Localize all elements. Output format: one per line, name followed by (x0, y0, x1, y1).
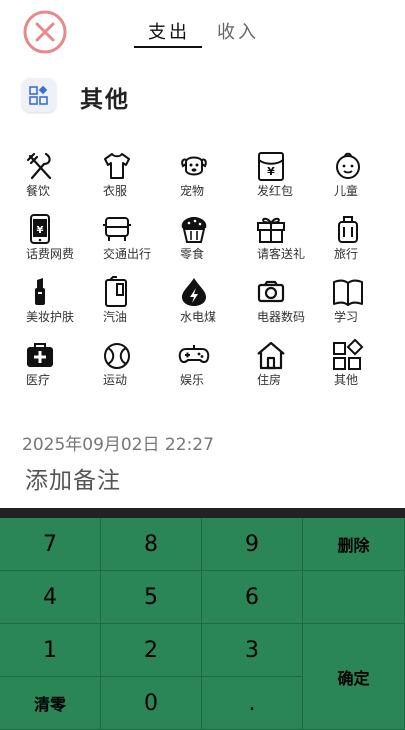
category-entertainment[interactable]: 娱乐 (178, 337, 248, 397)
category-clothes[interactable]: 衣服 (101, 148, 171, 208)
svg-text:¥: ¥ (267, 165, 275, 178)
keypad-blank (303, 571, 405, 624)
key-dot[interactable]: . (202, 677, 303, 730)
active-tab-indicator (134, 46, 202, 48)
gift-icon (257, 217, 285, 243)
dog-icon (181, 156, 207, 176)
key-2[interactable]: 2 (101, 624, 202, 677)
close-button[interactable] (22, 9, 68, 55)
category-pet[interactable]: 宠物 (178, 148, 248, 208)
number-keypad: 7 8 9 删除 4 5 6 1 2 3 确定 清零 0 . (0, 508, 405, 730)
category-snacks[interactable]: 零食 (178, 211, 248, 271)
baby-icon (336, 152, 360, 179)
cupcake-icon (181, 217, 207, 243)
date-time-picker[interactable]: 2025年09月02日 22:27 (22, 430, 214, 455)
medical-kit-icon (27, 343, 53, 367)
red-envelope-icon: ¥ (258, 152, 284, 181)
category-fuel[interactable]: 汽油 (101, 274, 171, 334)
confirm-button[interactable]: 确定 (303, 624, 405, 730)
luggage-icon (338, 216, 358, 243)
lipstick-icon (35, 278, 45, 305)
note-input[interactable]: 添加备注 (25, 461, 121, 495)
key-4[interactable]: 4 (0, 571, 101, 624)
gamepad-icon (178, 345, 210, 364)
key-3[interactable]: 3 (202, 624, 303, 677)
category-study[interactable]: 学习 (332, 274, 402, 334)
category-dining[interactable]: 餐饮 (24, 148, 94, 208)
category-beauty[interactable]: 美妆护肤 (24, 274, 94, 334)
camera-icon (257, 280, 285, 303)
house-icon (257, 341, 285, 370)
category-housing[interactable]: 住房 (255, 337, 325, 397)
category-other[interactable]: 其他 (332, 337, 402, 397)
top-bar: 支出 收入 (0, 0, 405, 62)
other-grid-icon (333, 339, 364, 370)
car-icon (103, 217, 131, 241)
category-travel[interactable]: 旅行 (332, 211, 402, 271)
category-electronics[interactable]: 电器数码 (255, 274, 325, 334)
category-red-envelope[interactable]: ¥ 发红包 (255, 148, 325, 208)
tab-expense[interactable]: 支出 (148, 18, 190, 44)
category-sports[interactable]: 运动 (101, 337, 171, 397)
book-icon (333, 279, 363, 306)
category-children[interactable]: 儿童 (332, 148, 402, 208)
phone-icon: ¥ (30, 214, 50, 244)
tab-income[interactable]: 收入 (217, 18, 259, 44)
key-9[interactable]: 9 (202, 518, 303, 571)
category-gifts[interactable]: 请客送礼 (255, 211, 325, 271)
category-transport[interactable]: 交通出行 (101, 211, 171, 271)
utensils-icon (26, 152, 52, 180)
category-grid-icon (22, 78, 56, 112)
category-phone[interactable]: ¥ 话费网费 (24, 211, 94, 271)
key-5[interactable]: 5 (101, 571, 202, 624)
category-medical[interactable]: 医疗 (24, 337, 94, 397)
key-1[interactable]: 1 (0, 624, 101, 677)
svg-text:¥: ¥ (37, 225, 44, 236)
selected-category-title: 其他 (80, 87, 130, 113)
clear-button[interactable]: 清零 (0, 677, 101, 730)
category-utilities[interactable]: 水电煤 (178, 274, 248, 334)
close-icon (23, 10, 67, 54)
key-7[interactable]: 7 (0, 518, 101, 571)
ball-icon (104, 343, 130, 369)
fuel-icon (105, 276, 127, 307)
key-8[interactable]: 8 (101, 518, 202, 571)
key-6[interactable]: 6 (202, 571, 303, 624)
key-0[interactable]: 0 (101, 677, 202, 730)
tshirt-icon (104, 153, 130, 179)
utility-icon (182, 278, 206, 306)
delete-button[interactable]: 删除 (303, 518, 405, 571)
